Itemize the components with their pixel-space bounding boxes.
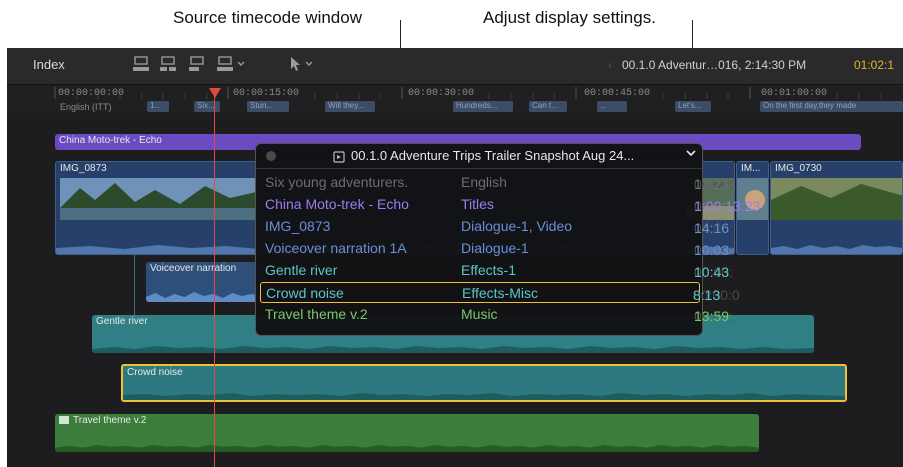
caption-lane-label: English (ITT)	[60, 102, 112, 112]
row-role: Dialogue-1	[461, 240, 529, 256]
caption-clip[interactable]: 1...	[147, 101, 169, 112]
clip-label: Travel theme v.2	[73, 415, 147, 426]
source-timecode-row[interactable]: Six young adventurers. English 00:00: 13:23	[260, 172, 733, 193]
row-timecode-value: 8:13	[693, 287, 721, 303]
playhead[interactable]	[214, 88, 215, 467]
clip-insert-icon[interactable]	[159, 56, 177, 76]
audio-waveform	[92, 346, 814, 353]
caption-clip[interactable]: Can t...	[529, 101, 567, 112]
row-role: English	[461, 174, 507, 190]
clip-label: China Moto-trek - Echo	[59, 135, 162, 146]
clip-label: IMG_0730	[775, 163, 822, 174]
crowd-noise-audio-clip[interactable]: Crowd noise	[121, 364, 847, 402]
row-clip-name: Gentle river	[265, 262, 338, 278]
clip-connect-icon[interactable]	[132, 56, 150, 76]
timeline-ruler[interactable]: 00:00:00:00 00:00:15:00 00:00:30:00 00:0…	[7, 85, 903, 113]
close-window-icon[interactable]	[266, 151, 276, 161]
clip-append-icon[interactable]	[188, 56, 206, 76]
source-timecode-row[interactable]: China Moto-trek - Echo Titles 0 1:00:13:23	[260, 194, 760, 215]
row-clip-name: China Moto-trek - Echo	[265, 196, 409, 212]
clip-label: Voiceover narration	[150, 263, 237, 274]
chevron-down-icon[interactable]	[686, 148, 696, 160]
audio-waveform	[123, 393, 845, 400]
source-timecode-title: 00.1.0 Adventure Trips Trailer Snapshot …	[351, 148, 635, 163]
caption-clip[interactable]: Let's...	[675, 101, 711, 112]
row-timecode-value: 10:03	[694, 242, 730, 258]
caption-clip[interactable]: ...	[597, 101, 627, 112]
music-clip-icon	[59, 416, 69, 425]
source-timecode-row[interactable]: IMG_0873 Dialogue-1, Video 00:00: 14:16	[260, 216, 733, 237]
clip-label: IM...	[741, 163, 761, 174]
callout-adjust-display-settings: Adjust display settings.	[483, 8, 656, 27]
source-timecode-header: 00.1.0 Adventure Trips Trailer Snapshot …	[256, 144, 702, 169]
project-timecode: 01:02:1	[854, 58, 895, 72]
audio-waveform	[771, 245, 902, 254]
voiceover-clip[interactable]: Voiceover narration	[146, 262, 266, 302]
project-file-icon	[333, 150, 345, 168]
row-timecode-value: 14:16	[694, 220, 730, 236]
ruler-tick-label: 00:00:00:00	[58, 88, 125, 99]
chevron-left-icon[interactable]: ‹	[608, 58, 612, 72]
row-timecode-value: 13:59	[694, 308, 730, 324]
row-role: Music	[461, 306, 498, 322]
row-role: Titles	[461, 196, 494, 212]
caption-clip[interactable]: On the first day,they made	[760, 101, 903, 112]
clip-label: IMG_0873	[60, 163, 107, 174]
callout-source-timecode-window: Source timecode window	[173, 8, 362, 27]
project-title: 00.1.0 Adventur…016, 2:14:30 PM	[622, 58, 807, 72]
caption-clip[interactable]: Will they...	[325, 101, 375, 112]
ruler-tick-label: 00:00:30:00	[408, 88, 475, 99]
timeline-toolbar: Index ‹ 00.1.0 Adventur…016, 2:14:30 PM …	[7, 48, 903, 85]
clip-label: Gentle river	[96, 316, 148, 327]
source-timecode-row[interactable]: Crowd noise Effects-Misc 00:00:0 8:13	[260, 282, 740, 303]
audio-waveform	[146, 292, 266, 302]
row-clip-name: IMG_0873	[265, 218, 331, 234]
arrow-select-tool-icon[interactable]	[288, 56, 320, 76]
video-clip[interactable]: IMG_0730	[770, 161, 903, 255]
row-clip-name: Six young adventurers.	[265, 174, 409, 190]
row-role: Dialogue-1, Video	[461, 218, 573, 234]
audio-waveform	[55, 445, 759, 452]
clip-label: Crowd noise	[127, 367, 183, 378]
row-role: Effects-1	[461, 262, 516, 278]
clip-overwrite-icon[interactable]	[216, 56, 248, 76]
row-clip-name: Voiceover narration 1A	[265, 240, 407, 256]
final-cut-timeline-window: Index ‹ 00.1.0 Adventur…016, 2:14:30 PM …	[7, 48, 903, 467]
source-timecode-window: 00.1.0 Adventure Trips Trailer Snapshot …	[255, 143, 760, 336]
row-clip-name: Crowd noise	[266, 285, 344, 301]
playhead-handle[interactable]	[209, 88, 221, 98]
video-thumbnail-image	[60, 178, 256, 220]
caption-clip[interactable]: Hundreds...	[453, 101, 513, 112]
row-timecode-value: 13:23	[694, 176, 730, 192]
row-timecode-value: 1:00:13:23	[694, 198, 761, 214]
row-clip-name: Travel theme v.2	[265, 306, 368, 322]
row-role: Effects-Misc	[462, 285, 538, 301]
source-timecode-row[interactable]: Travel theme v.2 Music 00:00: 13:59	[260, 304, 733, 325]
ruler-tick-label: 00:01:00:00	[761, 88, 828, 99]
ruler-tick-label: 00:00:45:00	[584, 88, 651, 99]
ruler-tick-label: 00:00:15:00	[233, 88, 300, 99]
video-thumbnail-image	[771, 178, 902, 220]
source-timecode-row[interactable]: Gentle river Effects-1 00:00: 10:43	[260, 260, 733, 281]
row-timecode-value: 10:43	[694, 264, 730, 280]
caption-clip[interactable]: Stun...	[247, 101, 289, 112]
index-button[interactable]: Index	[33, 57, 65, 72]
clip-label-group: Travel theme v.2	[59, 415, 146, 426]
source-timecode-row[interactable]: Voiceover narration 1A Dialogue-1 00:00: 10…	[260, 238, 733, 259]
caption-clip[interactable]: Six...	[194, 101, 220, 112]
music-audio-clip[interactable]: Travel theme v.2	[55, 414, 759, 452]
